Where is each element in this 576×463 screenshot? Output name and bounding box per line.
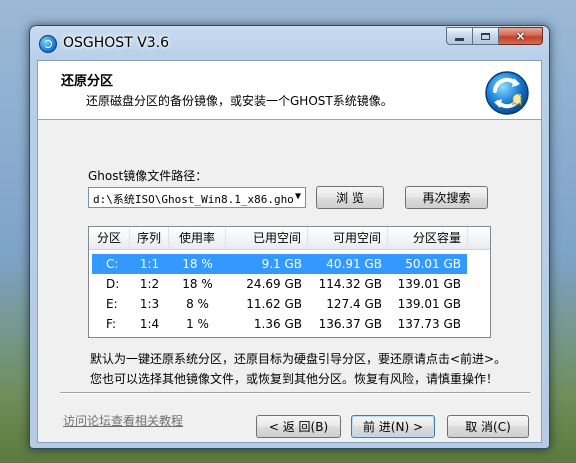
window-title: OSGHOST V3.6 (63, 35, 170, 51)
cancel-button[interactable]: 取 消(C) (447, 415, 529, 438)
column-header-used-space[interactable]: 已用空间 (226, 227, 308, 249)
table-row[interactable]: C: 1:1 18 % 9.1 GB 40.91 GB 50.01 GB (92, 254, 467, 274)
ghost-logo-icon (485, 71, 529, 115)
caption-buttons: × (446, 27, 543, 45)
cell-capacity: 50.01 GB (405, 257, 461, 271)
partition-list-header: 分区 序列 使用率 已用空间 可用空间 分区容量 (89, 227, 490, 250)
cell-free-space: 114.32 GB (318, 277, 382, 291)
title-bar[interactable]: OSGHOST V3.6 × (30, 26, 549, 60)
wizard-client-area: 还原分区 还原磁盘分区的备份镜像，或安装一个GHOST系统镜像。 Ghost镜像… (37, 60, 542, 443)
cell-usage: 8 % (186, 297, 209, 311)
table-row[interactable]: D: 1:2 18 % 24.69 GB 114.32 GB 139.01 GB (92, 274, 467, 294)
cell-usage: 1 % (186, 317, 209, 331)
cell-used-space: 24.69 GB (246, 277, 302, 291)
cell-capacity: 139.01 GB (397, 277, 461, 291)
maximize-icon (481, 32, 490, 40)
minimize-icon (455, 37, 464, 41)
image-path-combobox[interactable]: d:\系统ISO\Ghost_Win8.1_x86.gho ▼ (88, 187, 306, 208)
cell-capacity: 139.01 GB (397, 297, 461, 311)
close-button[interactable]: × (499, 27, 543, 45)
osghost-window: OSGHOST V3.6 × 还原分区 还原磁盘分区的备份镜像，或安装一个GHO… (29, 25, 550, 449)
cell-free-space: 136.37 GB (318, 317, 382, 331)
cell-partition: F: (106, 317, 117, 331)
forum-tutorial-link[interactable]: 访问论坛查看相关教程 (63, 412, 183, 429)
cell-sequence: 1:4 (139, 317, 160, 331)
instruction-line-1: 默认为一键还原系统分区，还原目标为硬盘引导分区，要还原请点击<前进>。 (90, 352, 507, 366)
column-header-capacity[interactable]: 分区容量 (388, 227, 468, 249)
cell-usage: 18 % (182, 277, 213, 291)
footer-divider (60, 392, 530, 394)
cell-partition: D: (106, 277, 120, 291)
minimize-button[interactable] (446, 27, 473, 45)
cell-used-space: 1.36 GB (253, 317, 302, 331)
partition-list[interactable]: 分区 序列 使用率 已用空间 可用空间 分区容量 C: 1:1 18 % 9.1… (88, 226, 491, 338)
browse-button[interactable]: 浏 览 (316, 186, 384, 209)
table-row[interactable]: F: 1:4 1 % 1.36 GB 136.37 GB 137.73 GB (92, 314, 467, 334)
cell-sequence: 1:1 (139, 257, 160, 271)
dropdown-arrow-icon[interactable]: ▼ (295, 191, 301, 202)
column-header-partition[interactable]: 分区 (89, 227, 130, 249)
image-path-value: d:\系统ISO\Ghost_Win8.1_x86.gho (93, 193, 294, 206)
page-subtitle: 还原磁盘分区的备份镜像，或安装一个GHOST系统镜像。 (86, 94, 393, 108)
instruction-line-2: 您也可以选择其他镜像文件，或恢复到其他分区。恢复有风险，请慎重操作！ (90, 372, 499, 386)
cell-sequence: 1:2 (139, 277, 160, 291)
cell-usage: 18 % (182, 257, 213, 271)
column-header-usage[interactable]: 使用率 (169, 227, 226, 249)
column-header-sequence[interactable]: 序列 (130, 227, 169, 249)
column-header-free-space[interactable]: 可用空间 (308, 227, 388, 249)
cell-partition: C: (106, 257, 119, 271)
search-again-button[interactable]: 再次搜索 (405, 186, 488, 209)
cell-used-space: 9.1 GB (261, 257, 302, 271)
table-row[interactable]: E: 1:3 8 % 11.62 GB 127.4 GB 139.01 GB (92, 294, 467, 314)
cell-free-space: 40.91 GB (326, 257, 382, 271)
cell-partition: E: (106, 297, 118, 311)
next-button[interactable]: 前 进(N) > (351, 415, 435, 438)
cell-capacity: 137.73 GB (397, 317, 461, 331)
maximize-button[interactable] (473, 27, 499, 45)
cell-used-space: 11.62 GB (246, 297, 302, 311)
close-icon: × (515, 29, 526, 43)
cell-free-space: 127.4 GB (326, 297, 382, 311)
back-button[interactable]: < 返 回(B) (256, 415, 341, 438)
wizard-header: 还原分区 还原磁盘分区的备份镜像，或安装一个GHOST系统镜像。 (38, 61, 541, 120)
cell-sequence: 1:3 (139, 297, 160, 311)
page-title: 还原分区 (61, 74, 114, 89)
image-path-label: Ghost镜像文件路径： (88, 169, 208, 183)
app-icon (39, 35, 57, 53)
